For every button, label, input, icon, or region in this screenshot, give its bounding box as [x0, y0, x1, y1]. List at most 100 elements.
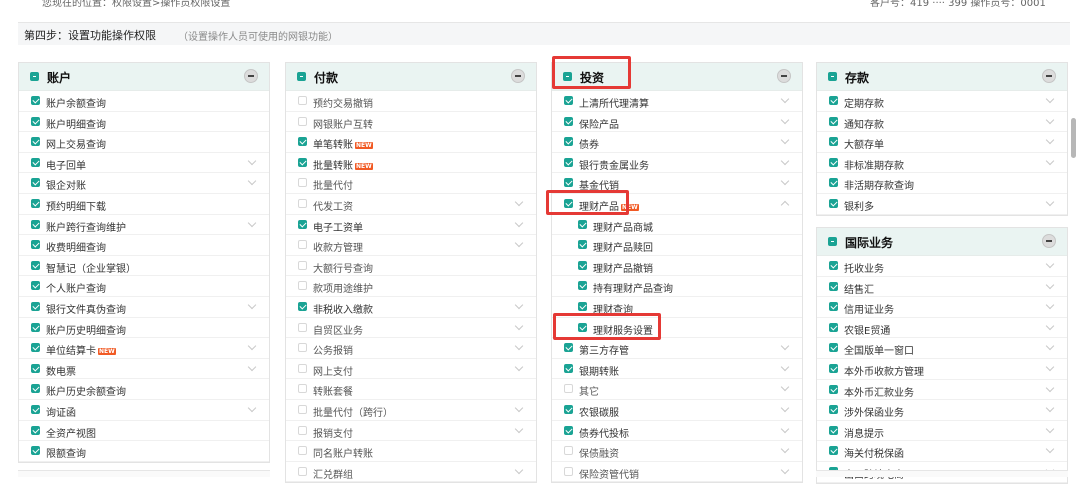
checkbox[interactable] [564, 137, 573, 147]
chevron-down-icon[interactable] [1045, 135, 1055, 145]
chevron-down-icon[interactable] [514, 465, 524, 474]
permission-item[interactable]: 数电票 [19, 359, 269, 380]
checkbox[interactable] [578, 240, 587, 250]
checkbox[interactable] [298, 466, 307, 476]
permission-item[interactable]: 本外币汇款业务 [817, 380, 1067, 401]
permission-item[interactable]: 转账套餐 [286, 379, 536, 400]
permission-item[interactable]: 银行文件真伪查询 [19, 297, 269, 318]
chevron-down-icon[interactable] [780, 115, 790, 124]
chevron-down-icon[interactable] [1045, 259, 1055, 269]
chevron-down-icon[interactable] [514, 300, 524, 310]
checkbox[interactable] [31, 425, 40, 435]
checkbox[interactable] [31, 96, 40, 105]
permission-item[interactable]: 批量转账 NEW [286, 153, 536, 174]
permission-item[interactable]: 收费明细查询 [19, 235, 269, 256]
checkbox[interactable] [31, 322, 40, 332]
chevron-down-icon[interactable] [780, 362, 790, 371]
collapse-icon[interactable] [1042, 234, 1056, 248]
permission-item[interactable]: 保债融资 [552, 441, 802, 462]
chevron-down-icon[interactable] [247, 156, 257, 166]
permission-item[interactable]: 第三方存管 [552, 338, 802, 359]
checkbox[interactable] [829, 343, 838, 353]
chevron-down-icon[interactable] [780, 135, 790, 145]
chevron-down-icon[interactable] [514, 238, 524, 248]
checkbox[interactable] [564, 404, 573, 414]
checkbox[interactable] [829, 405, 838, 415]
permission-item[interactable]: 网上支付 [286, 359, 536, 380]
checkbox[interactable] [298, 425, 307, 435]
chevron-down-icon[interactable] [1045, 156, 1055, 166]
permission-item[interactable]: 大额存单 [817, 132, 1067, 153]
collapse-icon[interactable] [244, 69, 258, 83]
permission-item[interactable]: 托收业务 [817, 256, 1067, 277]
chevron-down-icon[interactable] [780, 403, 790, 413]
chevron-down-icon[interactable] [1045, 197, 1055, 207]
permission-item[interactable]: 全国版单一窗口 [817, 338, 1067, 359]
checkbox[interactable] [31, 219, 40, 229]
permission-item[interactable]: 上清所代理清算 [552, 91, 802, 112]
permission-item[interactable]: 银企对账 [19, 173, 269, 194]
chevron-down-icon[interactable] [1045, 94, 1055, 104]
checkbox[interactable] [564, 425, 573, 435]
collapse-icon[interactable] [777, 69, 791, 83]
permission-item[interactable]: 非标准期存款 [817, 153, 1067, 174]
permission-item[interactable]: 本外币收款方管理 [817, 359, 1067, 380]
permission-item[interactable]: 其它 [552, 379, 802, 400]
checkbox[interactable] [31, 198, 40, 208]
checkbox[interactable] [829, 384, 838, 394]
chevron-down-icon[interactable] [780, 444, 790, 454]
chevron-down-icon[interactable] [1045, 403, 1055, 413]
permission-item[interactable]: 汇兑群组 [286, 462, 536, 483]
chevron-down-icon[interactable] [514, 424, 524, 433]
permission-item[interactable]: 定期存款 [817, 91, 1067, 112]
checkbox[interactable] [564, 446, 573, 456]
checkbox[interactable] [31, 137, 40, 147]
permission-item[interactable]: 款项用途维护 [286, 276, 536, 297]
checkbox[interactable] [298, 219, 307, 229]
checkbox[interactable] [564, 157, 573, 167]
checkbox[interactable] [829, 363, 838, 373]
chevron-down-icon[interactable] [1045, 445, 1055, 454]
checkbox[interactable] [298, 157, 307, 167]
permission-item[interactable]: 信用证业务 [817, 297, 1067, 318]
chevron-down-icon[interactable] [514, 197, 524, 207]
checkbox[interactable] [564, 363, 573, 373]
permission-item[interactable]: 电子工资单 [286, 215, 536, 236]
checkbox[interactable] [578, 260, 587, 270]
permission-item[interactable]: 公务报销 [286, 338, 536, 359]
permission-item[interactable]: 账户余额查询 [19, 91, 269, 112]
checkbox[interactable] [31, 281, 40, 291]
checkbox[interactable] [298, 404, 307, 414]
checkbox[interactable] [298, 301, 307, 311]
permission-item[interactable]: 智慧记（企业掌银） [19, 256, 269, 277]
chevron-down-icon[interactable] [247, 300, 257, 310]
checkbox[interactable] [31, 384, 40, 394]
permission-item[interactable]: 非税收入缴款 [286, 297, 536, 318]
checkbox[interactable] [31, 260, 40, 270]
chevron-down-icon[interactable] [247, 177, 257, 186]
chevron-up-icon[interactable] [780, 200, 790, 210]
checkbox[interactable] [31, 240, 40, 250]
collapse-icon[interactable] [1042, 69, 1056, 83]
permission-item[interactable]: 单位结算卡 NEW [19, 338, 269, 359]
chevron-down-icon[interactable] [247, 362, 257, 371]
chevron-down-icon[interactable] [247, 403, 257, 413]
permission-item[interactable]: 非活期存款查询 [817, 173, 1067, 194]
checkbox[interactable] [829, 178, 838, 188]
permission-item[interactable]: 银利多 [817, 194, 1067, 215]
permission-item[interactable]: 农银碳服 [552, 400, 802, 421]
select-all-checkbox[interactable] [828, 237, 837, 246]
chevron-down-icon[interactable] [780, 424, 790, 433]
permission-item[interactable]: 消息提示 [817, 421, 1067, 442]
checkbox[interactable] [31, 178, 40, 188]
permission-item[interactable]: 农银E贸通 [817, 318, 1067, 339]
permission-item[interactable]: 预约交易撤销 [286, 91, 536, 112]
chevron-down-icon[interactable] [514, 218, 524, 227]
checkbox[interactable] [564, 466, 573, 476]
permission-item[interactable]: 预约明细下载 [19, 194, 269, 215]
permission-item[interactable]: 理财产品赎回 [552, 235, 802, 256]
chevron-down-icon[interactable] [514, 341, 524, 351]
chevron-down-icon[interactable] [780, 465, 790, 474]
checkbox[interactable] [578, 219, 587, 229]
chevron-down-icon[interactable] [1045, 115, 1055, 124]
